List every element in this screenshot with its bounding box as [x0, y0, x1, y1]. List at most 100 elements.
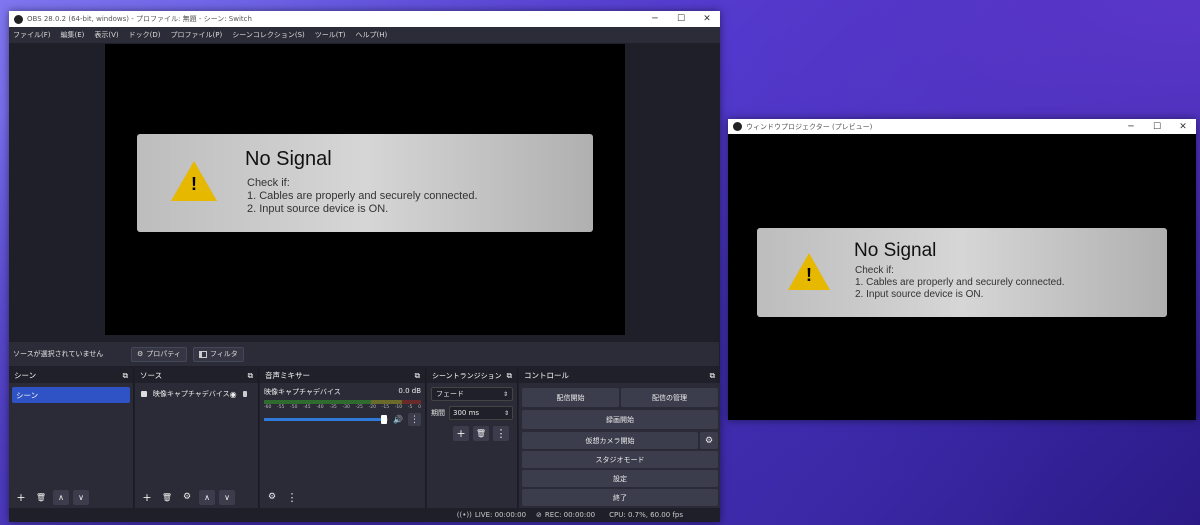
filter-icon	[198, 350, 207, 358]
mixer-settings-button[interactable]: ⚙	[264, 490, 280, 505]
move-source-down-button[interactable]: ∨	[219, 489, 235, 505]
no-signal-line-1: 1. Cables are properly and securely conn…	[247, 190, 478, 202]
obs-title-bar[interactable]: OBS 28.0.2 (64-bit, windows) - プロファイル: 無…	[9, 11, 720, 27]
volume-slider-fill	[264, 418, 385, 421]
projector-title-bar[interactable]: ウィンドウプロジェクター (プレビュー) ─ ☐ ✕	[728, 119, 1196, 134]
audio-mixer-dock: 音声ミキサー ⧉ 映像キャプチャデバイス 0.0 dB -60 -55 -50 -45-…	[260, 368, 426, 508]
transition-menu-button[interactable]: ⋮	[493, 426, 509, 441]
mixer-menu-button[interactable]: ⋮	[407, 413, 421, 426]
remove-scene-button[interactable]: 🗑	[33, 490, 49, 505]
transition-duration-row: 期間 300 ms ⇕	[431, 406, 513, 420]
menu-tools[interactable]: ツール(T)	[315, 30, 346, 40]
meter-ticks: -60 -55 -50 -45 -40 -35 -30 -25 -20 -15 -10 -5 0	[264, 405, 421, 410]
float-icon[interactable]: ⧉	[123, 371, 128, 381]
minimize-button[interactable]: ─	[642, 11, 668, 27]
projector-line-1: 1. Cables are properly and securely conn…	[855, 277, 1065, 288]
maximize-button[interactable]: ☐	[668, 11, 694, 27]
scenes-dock-header: シーン ⧉	[9, 368, 133, 383]
sources-footer: + 🗑 ⚙ ∧ ∨	[135, 487, 258, 507]
warning-icon: !	[788, 253, 830, 290]
manage-broadcast-button[interactable]: 配信の管理	[621, 388, 718, 407]
projector-line-2: 2. Input source device is ON.	[855, 289, 984, 300]
no-signal-card: ! No Signal Check if: 1. Cables are prop…	[137, 134, 593, 232]
obs-logo-icon	[733, 122, 742, 131]
obs-window-title: OBS 28.0.2 (64-bit, windows) - プロファイル: 無…	[27, 15, 252, 23]
add-scene-button[interactable]: +	[13, 490, 29, 505]
transition-type-select[interactable]: フェード ⇕	[431, 387, 513, 401]
move-scene-down-button[interactable]: ∨	[73, 489, 89, 505]
menu-file[interactable]: ファイル(F)	[13, 30, 51, 40]
mixer-more-button[interactable]: ⋮	[284, 490, 300, 505]
close-button[interactable]: ✕	[694, 11, 720, 27]
no-signal-line-2: 2. Input source device is ON.	[247, 203, 389, 215]
gear-icon: ⚙	[137, 350, 144, 358]
lock-icon[interactable]	[242, 391, 247, 397]
settings-button[interactable]: 設定	[522, 470, 718, 487]
filters-button[interactable]: フィルタ	[192, 346, 244, 362]
properties-label: プロパティ	[146, 350, 181, 358]
rec-indicator-icon: ⊘	[536, 511, 542, 519]
controls-dock-title: コントロール	[524, 371, 569, 380]
add-source-button[interactable]: +	[139, 490, 155, 505]
virtual-camera-settings-button[interactable]: ⚙	[700, 432, 718, 449]
projector-window: ウィンドウプロジェクター (プレビュー) ─ ☐ ✕ ! No Signal C…	[728, 119, 1196, 420]
float-icon[interactable]: ⧉	[248, 371, 253, 381]
source-properties-button[interactable]: ⚙	[179, 490, 195, 505]
menu-view[interactable]: 表示(V)	[94, 30, 118, 40]
visibility-eye-icon[interactable]: ◉	[230, 390, 237, 399]
remove-source-button[interactable]: 🗑	[159, 490, 175, 505]
add-transition-button[interactable]: +	[453, 426, 469, 441]
projector-check-line: Check if:	[855, 265, 894, 276]
scene-transitions-dock: シーントランジション ⧉ フェード ⇕ 期間 300 ms ⇕ + 🗑 ⋮	[427, 368, 518, 508]
camera-icon	[141, 391, 147, 397]
source-list-item[interactable]: 映像キャプチャデバイス ◉	[138, 387, 255, 401]
mixer-channel-header: 映像キャプチャデバイス 0.0 dB	[264, 387, 421, 397]
transitions-dock-header: シーントランジション ⧉	[427, 368, 517, 383]
volume-slider[interactable]	[264, 415, 388, 424]
mixer-channel-name: 映像キャプチャデバイス	[264, 388, 341, 396]
source-name: 映像キャプチャデバイス	[152, 390, 230, 398]
remove-transition-button[interactable]: 🗑	[473, 426, 489, 441]
menu-edit[interactable]: 編集(E)	[61, 30, 85, 40]
no-source-selected-label: ソースが選択されていません	[13, 350, 104, 358]
mixer-level-db: 0.0 dB	[398, 387, 421, 395]
menu-scene-collection[interactable]: シーンコレクション(S)	[232, 30, 305, 40]
volume-slider-handle[interactable]	[381, 415, 388, 424]
move-scene-up-button[interactable]: ∧	[53, 489, 69, 505]
projector-maximize-button[interactable]: ☐	[1144, 119, 1170, 134]
projector-minimize-button[interactable]: ─	[1118, 119, 1144, 134]
menu-help[interactable]: ヘルプ(H)	[356, 30, 388, 40]
scene-name: シーン	[16, 390, 39, 400]
duration-spinbox[interactable]: 300 ms ⇕	[449, 406, 513, 420]
sources-dock-header: ソース ⧉	[135, 368, 258, 383]
projector-no-signal-card: ! No Signal Check if: 1. Cables are prop…	[757, 228, 1167, 317]
sources-dock-title: ソース	[140, 371, 163, 380]
mixer-dock-title: 音声ミキサー	[265, 371, 310, 380]
properties-button[interactable]: ⚙ プロパティ	[131, 346, 187, 362]
menu-profile[interactable]: プロファイル(P)	[171, 30, 223, 40]
mixer-channel: 映像キャプチャデバイス 0.0 dB -60 -55 -50 -45 -40 -35 -30…	[260, 383, 425, 426]
scene-list-item[interactable]: シーン	[12, 387, 130, 403]
float-icon[interactable]: ⧉	[507, 371, 512, 381]
menu-bar: ファイル(F) 編集(E) 表示(V) ドック(D) プロファイル(P) シーン…	[9, 27, 720, 43]
start-recording-button[interactable]: 録画開始	[522, 410, 718, 429]
speaker-icon[interactable]: 🔊	[393, 415, 403, 424]
duration-label: 期間	[431, 409, 445, 417]
float-icon[interactable]: ⧉	[710, 371, 715, 381]
start-virtual-camera-button[interactable]: 仮想カメラ開始	[522, 432, 698, 449]
float-icon[interactable]: ⧉	[415, 371, 420, 381]
exit-button[interactable]: 終了	[522, 489, 718, 506]
transitions-dock-title: シーントランジション	[432, 371, 502, 380]
filters-label: フィルタ	[209, 350, 238, 358]
move-source-up-button[interactable]: ∧	[199, 489, 215, 505]
start-streaming-button[interactable]: 配信開始	[522, 388, 619, 407]
rec-timer: REC: 00:00:00	[544, 511, 596, 519]
studio-mode-button[interactable]: スタジオモード	[522, 451, 718, 468]
menu-docks[interactable]: ドック(D)	[129, 30, 161, 40]
sources-dock: ソース ⧉ 映像キャプチャデバイス ◉ + 🗑 ⚙ ∧ ∨	[135, 368, 259, 508]
preview-canvas[interactable]: ! No Signal Check if: 1. Cables are prop…	[105, 44, 625, 335]
projector-close-button[interactable]: ✕	[1170, 119, 1196, 134]
live-indicator-icon: ((•))	[456, 511, 472, 519]
spin-arrows-icon[interactable]: ⇕	[504, 410, 509, 417]
transition-type-value: フェード	[436, 390, 464, 398]
